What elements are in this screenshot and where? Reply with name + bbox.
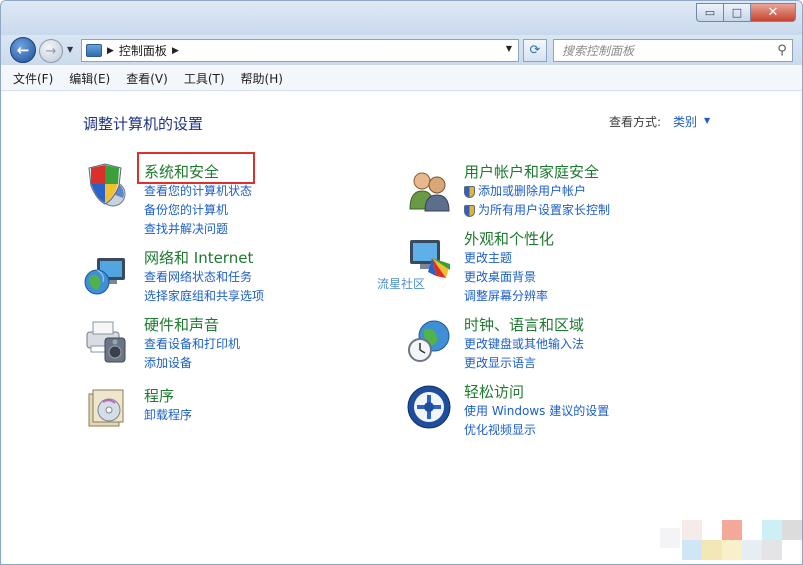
maximize-button[interactable]: □ [723, 3, 750, 22]
menu-bar: 文件(F) 编辑(E) 查看(V) 工具(T) 帮助(H) [1, 67, 802, 91]
link-backup-computer[interactable]: 备份您的计算机 [144, 201, 252, 220]
link-homegroup-sharing[interactable]: 选择家庭组和共享选项 [144, 287, 264, 306]
address-bar[interactable]: ▶ 控制面板 ▶ ▼ [81, 39, 519, 62]
pixel-block [722, 540, 742, 560]
minimize-button[interactable]: ▭ [696, 3, 723, 22]
category-user-accounts: 用户帐户和家庭安全 添加或删除用户帐户 为所有用户设置家长控制 [464, 162, 610, 220]
link-parental-controls-label: 为所有用户设置家长控制 [478, 203, 611, 217]
breadcrumb-arrow-icon[interactable]: ▶ [107, 46, 114, 56]
search-icon[interactable]: ⚲ [772, 43, 792, 58]
link-uninstall-program[interactable]: 卸载程序 [144, 406, 192, 425]
system-security-icon[interactable] [83, 162, 129, 208]
category-hardware-sound: 硬件和声音 查看设备和打印机 添加设备 [144, 315, 240, 373]
recent-pages-dropdown-icon[interactable]: ▼ [67, 45, 73, 54]
ease-of-access-icon[interactable] [406, 384, 452, 430]
category-title-programs[interactable]: 程序 [144, 386, 192, 406]
view-by-dropdown[interactable]: 类别 [673, 113, 697, 130]
category-ease-of-access: 轻松访问 使用 Windows 建议的设置 优化视频显示 [464, 382, 609, 440]
view-by-dropdown-icon[interactable]: ▼ [704, 116, 710, 125]
title-bar: ▭ □ ✕ [1, 1, 802, 35]
link-change-desktop-background[interactable]: 更改桌面背景 [464, 268, 554, 287]
clock-language-region-icon[interactable] [406, 318, 452, 364]
refresh-icon: ⟳ [529, 43, 541, 58]
link-add-remove-accounts[interactable]: 添加或删除用户帐户 [464, 182, 610, 201]
menu-file[interactable]: 文件(F) [13, 70, 53, 87]
link-add-remove-accounts-label: 添加或删除用户帐户 [478, 184, 587, 198]
link-view-network-status[interactable]: 查看网络状态和任务 [144, 268, 264, 287]
forward-arrow-icon: → [45, 43, 57, 59]
forward-button[interactable]: → [39, 39, 63, 63]
link-change-theme[interactable]: 更改主题 [464, 249, 554, 268]
menu-edit[interactable]: 编辑(E) [69, 70, 110, 87]
close-button[interactable]: ✕ [750, 3, 796, 22]
pixel-block [762, 520, 782, 540]
pixel-block [702, 540, 722, 560]
pixel-block [722, 520, 742, 540]
control-panel-icon [86, 44, 102, 57]
menu-help[interactable]: 帮助(H) [241, 70, 283, 87]
breadcrumb-arrow-icon[interactable]: ▶ [172, 46, 179, 56]
pixel-block [782, 520, 802, 540]
category-title-hardware-sound[interactable]: 硬件和声音 [144, 315, 240, 335]
category-programs: 程序 卸载程序 [144, 386, 192, 425]
caption-buttons: ▭ □ ✕ [696, 3, 796, 22]
watermark-text: 流星社区 [377, 277, 426, 291]
corner-pixel-artifacts [602, 516, 802, 564]
highlight-box [137, 152, 255, 184]
hardware-sound-icon[interactable] [83, 318, 129, 364]
link-change-keyboards[interactable]: 更改键盘或其他输入法 [464, 335, 584, 354]
navigation-bar: ← → ▼ ▶ 控制面板 ▶ ▼ ⟳ 搜索控制面板 ⚲ [1, 35, 802, 65]
view-by-label: 查看方式: [609, 115, 662, 129]
category-title-user-accounts[interactable]: 用户帐户和家庭安全 [464, 162, 610, 182]
link-view-computer-status[interactable]: 查看您的计算机状态 [144, 182, 252, 201]
refresh-button[interactable]: ⟳ [523, 39, 547, 62]
link-windows-suggested-settings[interactable]: 使用 Windows 建议的设置 [464, 402, 609, 421]
menu-tools[interactable]: 工具(T) [184, 70, 225, 87]
category-title-network-internet[interactable]: 网络和 Internet [144, 248, 264, 268]
pixel-block [682, 540, 702, 560]
pixel-block [762, 540, 782, 560]
category-appearance: 外观和个性化 更改主题 更改桌面背景 调整屏幕分辨率 [464, 229, 554, 306]
uac-shield-icon [464, 185, 475, 198]
link-view-devices-printers[interactable]: 查看设备和打印机 [144, 335, 240, 354]
category-title-clock-language-region[interactable]: 时钟、语言和区域 [464, 315, 584, 335]
category-clock-language-region: 时钟、语言和区域 更改键盘或其他输入法 更改显示语言 [464, 315, 584, 373]
category-title-appearance[interactable]: 外观和个性化 [464, 229, 554, 249]
link-adjust-resolution[interactable]: 调整屏幕分辨率 [464, 287, 554, 306]
menu-view[interactable]: 查看(V) [126, 70, 168, 87]
link-change-display-language[interactable]: 更改显示语言 [464, 354, 584, 373]
appearance-personalization-icon[interactable] [406, 234, 452, 280]
pixel-block [682, 520, 702, 540]
uac-shield-icon [464, 204, 475, 217]
category-title-ease-of-access[interactable]: 轻松访问 [464, 382, 609, 402]
control-panel-window: ▭ □ ✕ ← → ▼ ▶ 控制面板 ▶ ▼ ⟳ 搜索控制面板 ⚲ 文件(F) … [0, 0, 803, 565]
back-arrow-icon: ← [16, 41, 30, 59]
content-area: 调整计算机的设置 查看方式: 类别 ▼ 系统和安全 查看您的计算机状态 备份您的… [3, 92, 800, 564]
search-box[interactable]: 搜索控制面板 ⚲ [553, 39, 793, 62]
link-find-fix-problems[interactable]: 查找并解决问题 [144, 220, 252, 239]
page-title: 调整计算机的设置 [83, 115, 204, 133]
link-optimize-visual-display[interactable]: 优化视频显示 [464, 421, 609, 440]
back-button[interactable]: ← [10, 37, 36, 63]
breadcrumb-control-panel[interactable]: 控制面板 [119, 42, 167, 59]
pixel-block [660, 528, 680, 548]
address-dropdown-icon[interactable]: ▼ [506, 44, 512, 53]
network-internet-icon[interactable] [83, 252, 129, 298]
pixel-block [742, 540, 762, 560]
link-add-device[interactable]: 添加设备 [144, 354, 240, 373]
user-accounts-icon[interactable] [406, 167, 452, 213]
link-parental-controls[interactable]: 为所有用户设置家长控制 [464, 201, 610, 220]
search-input[interactable]: 搜索控制面板 [554, 42, 772, 59]
programs-icon[interactable] [83, 384, 129, 430]
category-network-internet: 网络和 Internet 查看网络状态和任务 选择家庭组和共享选项 [144, 248, 264, 306]
